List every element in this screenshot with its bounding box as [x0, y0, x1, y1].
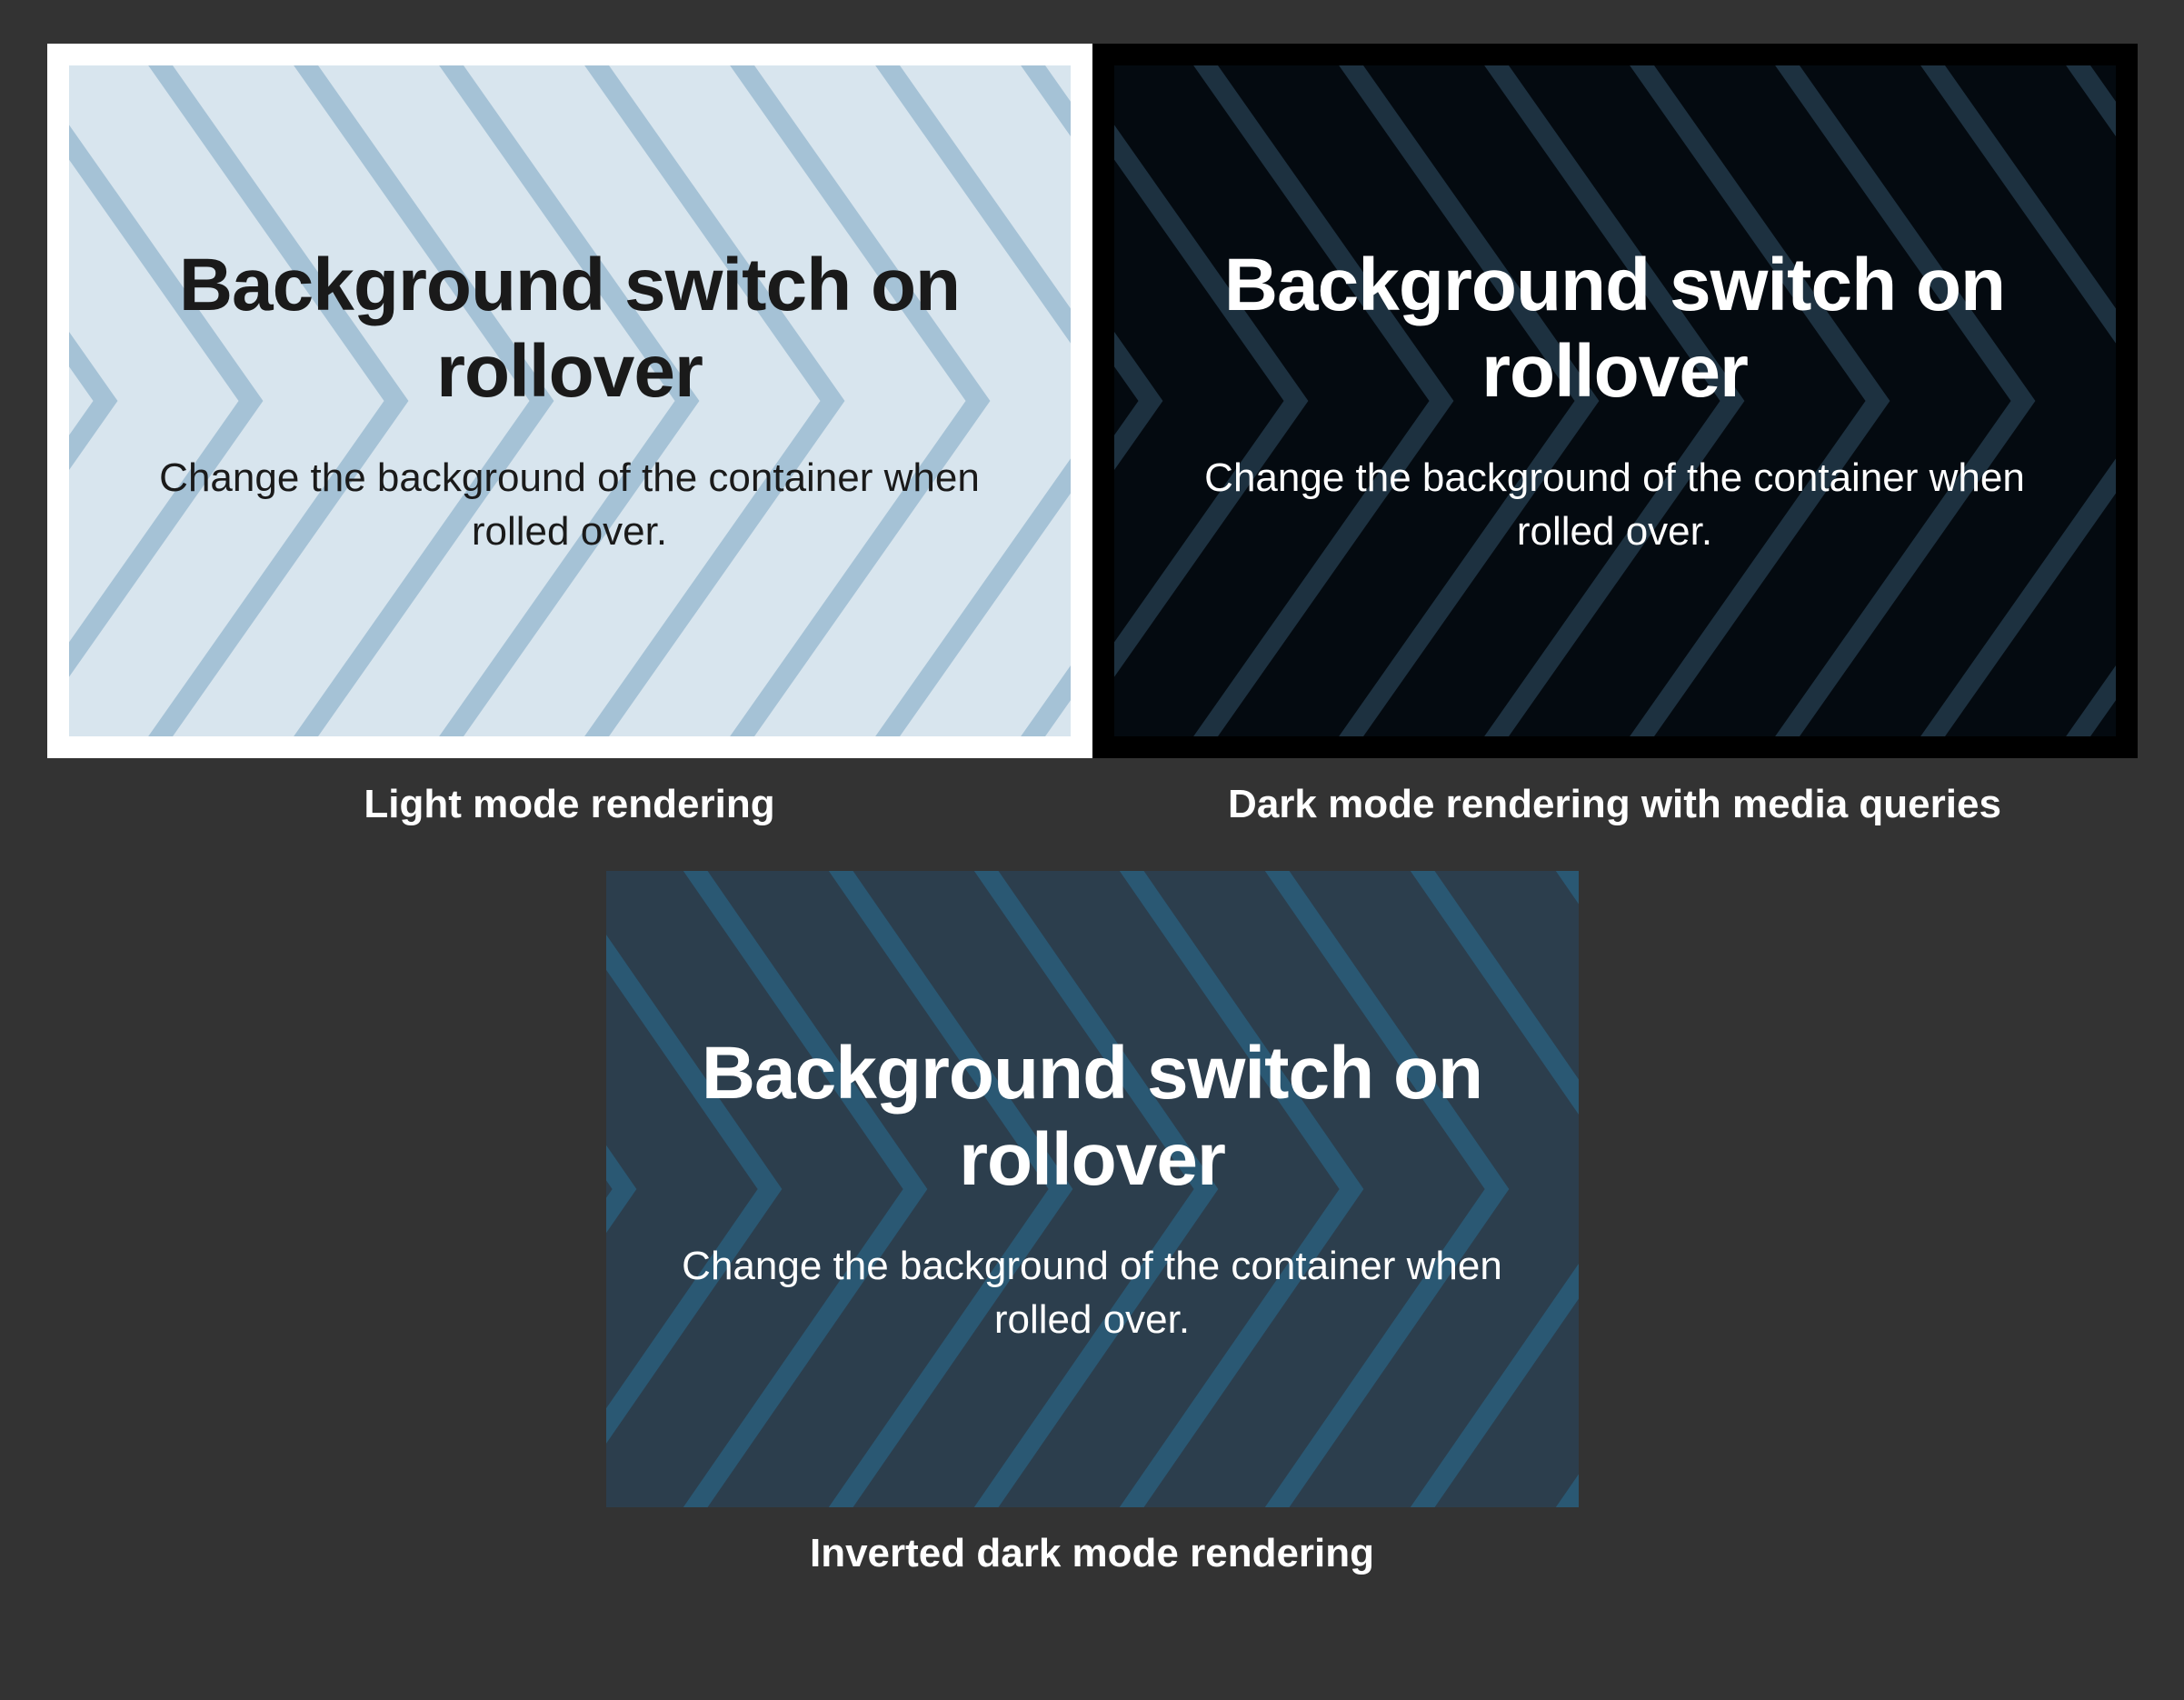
light-mode-card[interactable]: Background switch on rollover Change the…	[69, 65, 1071, 736]
inverted-mode-card[interactable]: Background switch on rollover Change the…	[606, 871, 1579, 1507]
inverted-mode-column: Background switch on rollover Change the…	[606, 871, 1579, 1620]
bottom-row: Background switch on rollover Change the…	[44, 871, 2140, 1620]
light-mode-caption: Light mode rendering	[47, 782, 1092, 827]
dark-mode-card[interactable]: Background switch on rollover Change the…	[1114, 65, 2116, 736]
top-row: Background switch on rollover Change the…	[44, 44, 2140, 871]
inverted-mode-body: Change the background of the container w…	[679, 1239, 1506, 1347]
light-mode-body: Change the background of the container w…	[142, 451, 998, 559]
inverted-mode-caption: Inverted dark mode rendering	[606, 1531, 1579, 1576]
dark-mode-heading: Background switch on rollover	[1187, 243, 2043, 415]
light-mode-heading: Background switch on rollover	[142, 243, 998, 415]
dark-mode-body: Change the background of the container w…	[1187, 451, 2043, 559]
light-mode-frame: Background switch on rollover Change the…	[47, 44, 1092, 758]
dark-mode-caption: Dark mode rendering with media queries	[1092, 782, 2138, 827]
light-mode-column: Background switch on rollover Change the…	[47, 44, 1092, 871]
inverted-mode-heading: Background switch on rollover	[679, 1031, 1506, 1203]
comparison-page: Background switch on rollover Change the…	[0, 0, 2184, 1700]
dark-mode-frame: Background switch on rollover Change the…	[1092, 44, 2138, 758]
dark-mode-column: Background switch on rollover Change the…	[1092, 44, 2138, 871]
